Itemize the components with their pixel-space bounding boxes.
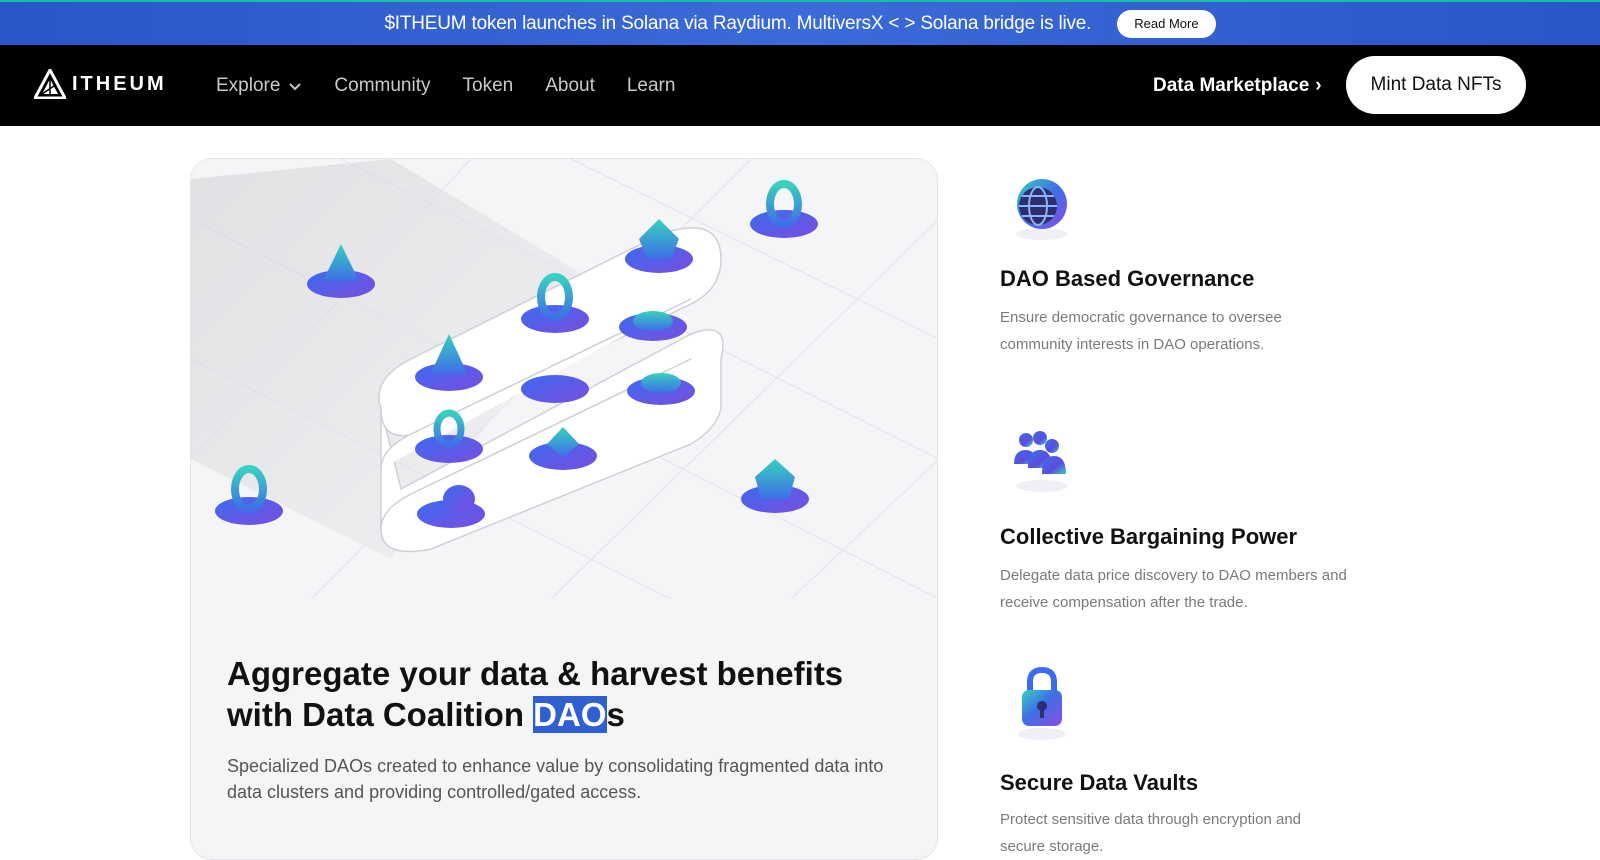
chevron-down-icon — [289, 82, 302, 90]
card-title-suffix: s — [606, 696, 625, 733]
navbar: ITHEUM Explore Community Token About Lea… — [0, 45, 1600, 126]
itheum-logo-icon — [34, 69, 66, 99]
card-title-highlight: DAO — [533, 696, 607, 733]
data-marketplace-label: Data Marketplace — [1153, 74, 1310, 96]
feature-dao-governance: DAO Based Governance Ensure democratic g… — [1000, 168, 1400, 368]
announcement-bar: $ITHEUM token launches in Solana via Ray… — [0, 0, 1600, 45]
feature-collective-bargaining: Collective Bargaining Power Delegate dat… — [1000, 418, 1400, 618]
feature-title: DAO Based Governance — [1000, 266, 1255, 291]
feature-description: Ensure democratic governance to oversee … — [1000, 309, 1282, 353]
dao-illustration — [191, 159, 937, 599]
chevron-right-icon: › — [1315, 74, 1322, 96]
card-title: Aggregate your data & harvest benefits w… — [227, 653, 887, 735]
read-more-button[interactable]: Read More — [1117, 9, 1216, 38]
nav-token[interactable]: Token — [463, 75, 514, 97]
main-nav: Explore Community Token About Learn — [216, 45, 675, 126]
feature-secure-vaults: Secure Data Vaults Protect sensitive dat… — [1000, 664, 1400, 860]
nav-explore-label: Explore — [216, 74, 281, 96]
dao-card: Aggregate your data & harvest benefits w… — [190, 158, 938, 860]
feature-description: Protect sensitive data through encryptio… — [1000, 811, 1302, 855]
nav-community[interactable]: Community — [334, 75, 430, 97]
nav-learn[interactable]: Learn — [627, 75, 676, 97]
card-description: Specialized DAOs created to enhance valu… — [227, 756, 884, 802]
feature-title: Collective Bargaining Power — [1000, 524, 1298, 549]
brand-name: ITHEUM — [72, 72, 167, 95]
mint-data-nfts-button[interactable]: Mint Data NFTs — [1346, 56, 1526, 114]
feature-title: Secure Data Vaults — [1000, 770, 1199, 795]
feature-description: Delegate data price discovery to DAO mem… — [1000, 567, 1347, 611]
data-marketplace-link[interactable]: Data Marketplace › — [1153, 45, 1322, 126]
announcement-text: $ITHEUM token launches in Solana via Ray… — [384, 12, 1092, 34]
lock-icon — [1018, 666, 1066, 740]
logo[interactable]: ITHEUM — [34, 69, 167, 99]
nav-about[interactable]: About — [545, 75, 595, 97]
nav-explore[interactable]: Explore — [216, 75, 302, 97]
globe-icon — [1016, 179, 1068, 240]
group-icon — [1014, 431, 1068, 492]
